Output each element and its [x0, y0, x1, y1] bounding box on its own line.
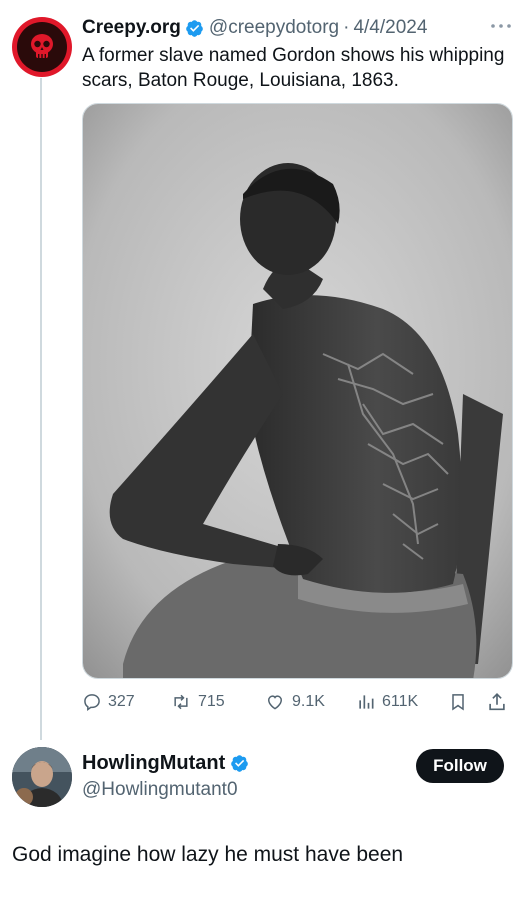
verified-badge-icon [230, 754, 249, 773]
bookmark-icon [448, 691, 468, 713]
share-icon [486, 691, 508, 713]
reply-text: God imagine how lazy he must have been [12, 843, 404, 866]
bookmark-action[interactable] [448, 691, 468, 713]
analytics-bar-icon [356, 692, 376, 712]
reply-author-name[interactable]: HowlingMutant [82, 752, 225, 775]
post-header: Creepy.org @creepydotorg · 4/4/2024 [82, 14, 506, 42]
thread-connector-line [40, 78, 42, 740]
post-photo[interactable] [82, 103, 513, 679]
repost-action[interactable]: 715 [170, 692, 225, 712]
repost-icon [170, 692, 192, 712]
like-action[interactable]: 9.1K [264, 692, 325, 712]
author-handle[interactable]: @creepydotorg [209, 17, 339, 39]
repost-count: 715 [198, 693, 225, 710]
heart-icon [264, 692, 286, 712]
creepy-org-avatar[interactable] [12, 17, 72, 77]
reply-icon [82, 692, 102, 712]
ellipsis-icon[interactable] [490, 16, 512, 32]
share-action[interactable] [486, 691, 508, 713]
verified-badge-icon [185, 19, 204, 38]
skull-icon [17, 22, 67, 72]
view-count: 611K [382, 693, 419, 710]
howlingmutant-avatar[interactable] [12, 747, 72, 807]
separator: · [343, 17, 350, 38]
reply-action[interactable]: 327 [82, 692, 135, 712]
reply-author-name-row: HowlingMutant [82, 752, 254, 775]
user-photo-icon [12, 747, 72, 807]
reply-count: 327 [108, 693, 135, 710]
post-action-bar: 327 715 9.1K 611K [82, 686, 512, 718]
follow-button[interactable]: Follow [416, 749, 504, 783]
views-action[interactable]: 611K [356, 692, 418, 712]
like-count: 9.1K [292, 693, 325, 710]
author-name[interactable]: Creepy.org [82, 17, 181, 39]
photo-illustration [83, 104, 512, 678]
post-text: A former slave named Gordon shows his wh… [82, 45, 505, 91]
post-date[interactable]: 4/4/2024 [353, 17, 427, 39]
reply-author-handle[interactable]: @Howlingmutant0 [82, 779, 238, 801]
